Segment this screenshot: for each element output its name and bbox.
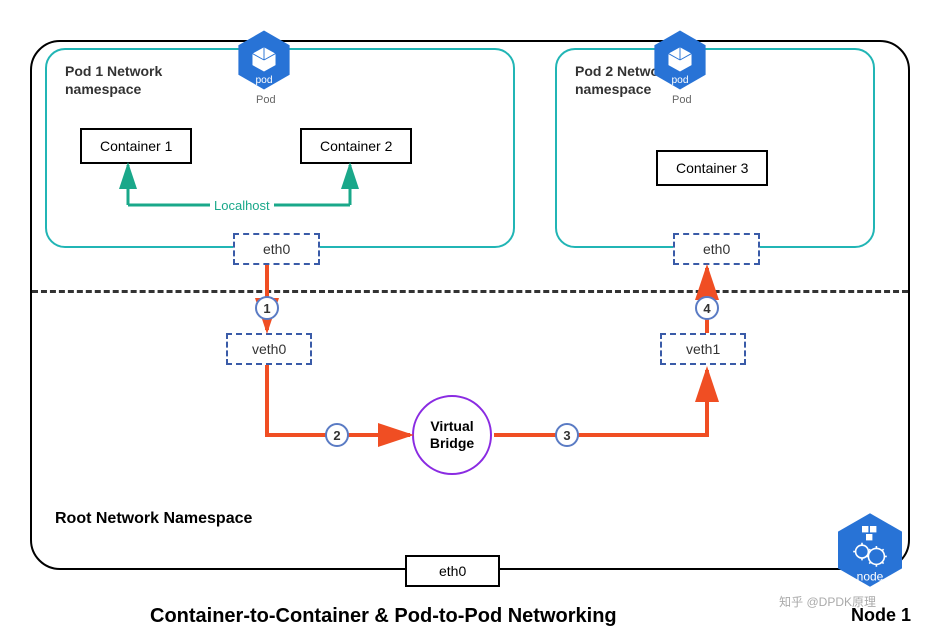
pod2-eth0: eth0 <box>673 233 760 265</box>
namespace-divider <box>32 290 908 293</box>
node-icon: node <box>830 510 910 590</box>
diagram-title: Container-to-Container & Pod-to-Pod Netw… <box>150 605 617 628</box>
pod1-title: Pod 1 Network namespace <box>65 62 162 98</box>
step-4: 4 <box>695 296 719 320</box>
pod-icon: pod <box>648 28 712 92</box>
pod1-icon-caption: Pod <box>256 94 276 106</box>
watermark: 知乎 @DPDK原理 <box>779 593 876 610</box>
svg-text:pod: pod <box>671 75 688 86</box>
container-1: Container 1 <box>80 128 192 164</box>
pod2-icon-caption: Pod <box>672 94 692 106</box>
step-3: 3 <box>555 423 579 447</box>
svg-text:node: node <box>857 569 884 583</box>
localhost-label: Localhost <box>210 198 274 213</box>
container-2: Container 2 <box>300 128 412 164</box>
virtual-bridge: Virtual Bridge <box>412 395 492 475</box>
svg-text:pod: pod <box>255 75 272 86</box>
pod2-namespace: Pod 2 Network namespace <box>555 48 875 248</box>
step-1: 1 <box>255 296 279 320</box>
veth0: veth0 <box>226 333 312 365</box>
root-namespace-label: Root Network Namespace <box>55 510 252 528</box>
step-2: 2 <box>325 423 349 447</box>
pod1-eth0: eth0 <box>233 233 320 265</box>
pod-icon: pod <box>232 28 296 92</box>
container-3: Container 3 <box>656 150 768 186</box>
veth1: veth1 <box>660 333 746 365</box>
root-eth0: eth0 <box>405 555 500 587</box>
